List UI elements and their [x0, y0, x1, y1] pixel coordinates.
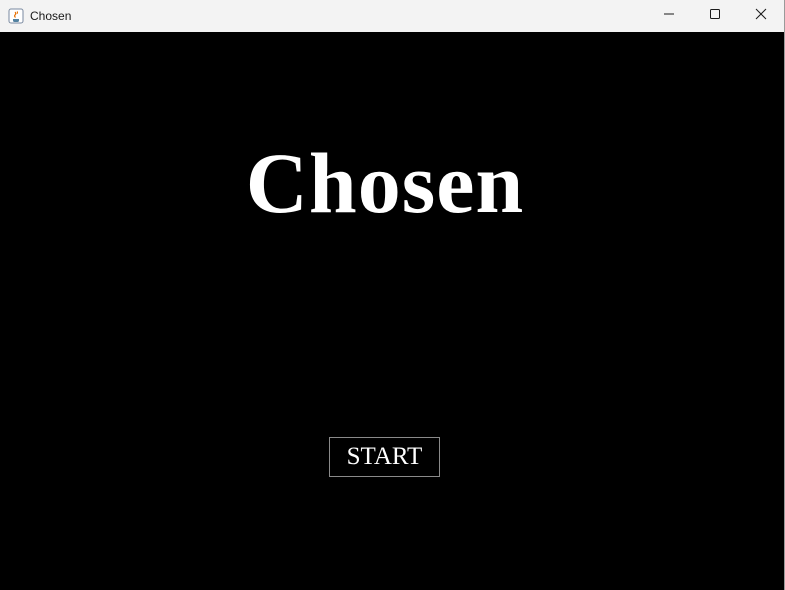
start-button[interactable]: START — [329, 437, 440, 477]
window-controls — [646, 0, 784, 32]
maximize-button[interactable] — [692, 0, 738, 32]
title-bar[interactable]: Chosen — [0, 0, 784, 32]
minimize-icon — [663, 7, 675, 25]
minimize-button[interactable] — [646, 0, 692, 32]
close-button[interactable] — [738, 0, 784, 32]
game-screen: Chosen START — [0, 32, 784, 590]
game-title: Chosen — [245, 135, 525, 231]
maximize-icon — [709, 7, 721, 25]
window-title: Chosen — [30, 9, 72, 23]
app-window: Chosen Chosen START — [0, 0, 785, 590]
java-cup-icon — [8, 8, 24, 24]
close-icon — [755, 7, 767, 25]
